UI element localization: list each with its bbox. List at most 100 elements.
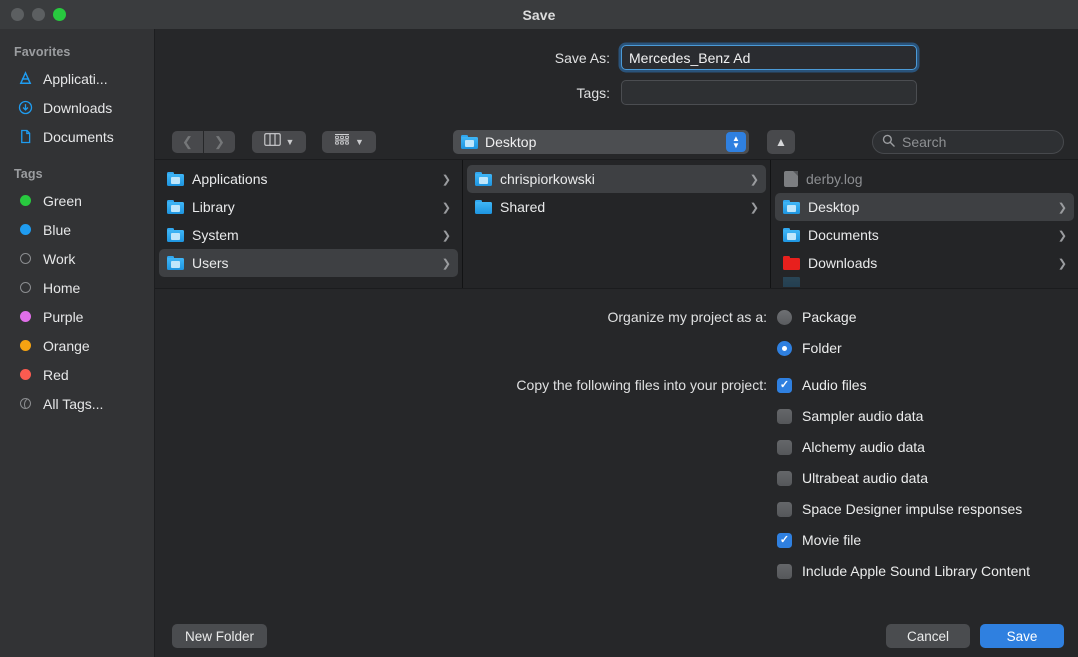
copy-option-sampler-audio-data[interactable]: ✓ Sampler audio data xyxy=(777,406,1030,427)
browser-item-shared[interactable]: Shared ❯ xyxy=(467,193,766,221)
browser-item-users[interactable]: Users ❯ xyxy=(159,249,458,277)
checkbox-icon[interactable]: ✓ xyxy=(777,409,792,424)
folder-icon xyxy=(167,199,184,215)
radio-icon-selected[interactable] xyxy=(777,341,792,356)
organize-label: Organize my project as a: xyxy=(607,309,767,325)
sidebar-tag-work[interactable]: Work xyxy=(0,244,154,273)
checkbox-icon[interactable]: ✓ xyxy=(777,440,792,455)
save-button[interactable]: Save xyxy=(980,624,1064,648)
copy-option-ultrabeat-audio-data[interactable]: ✓ Ultrabeat audio data xyxy=(777,468,1030,489)
view-mode-button[interactable]: ▼ xyxy=(252,131,306,153)
sidebar-tag-all-tags[interactable]: All Tags... xyxy=(0,389,154,418)
title-bar: Save xyxy=(0,0,1078,29)
back-button[interactable]: ❮ xyxy=(172,131,203,153)
browser-item-chrispiorkowski[interactable]: chrispiorkowski ❯ xyxy=(467,165,766,193)
browser-item-label: Downloads xyxy=(808,255,878,271)
new-folder-button[interactable]: New Folder xyxy=(172,624,268,648)
sidebar-tags-heading: Tags xyxy=(14,167,43,181)
cancel-button[interactable]: Cancel xyxy=(886,624,970,648)
sidebar-item-label: Downloads xyxy=(43,99,113,116)
downloads-icon xyxy=(17,99,34,116)
chevron-right-icon: ❯ xyxy=(1057,257,1067,270)
sidebar-tag-purple[interactable]: Purple xyxy=(0,302,154,331)
copy-option-label: Alchemy audio data xyxy=(802,439,925,455)
checkbox-icon[interactable]: ✓ xyxy=(777,564,792,579)
copy-option-label: Include Apple Sound Library Content xyxy=(802,563,1031,579)
sidebar-item-label: Documents xyxy=(43,128,114,145)
tag-dot-icon xyxy=(17,337,34,354)
save-as-label: Save As: xyxy=(554,49,610,66)
organize-option-label: Package xyxy=(802,309,857,325)
checkbox-icon-checked[interactable]: ✓ xyxy=(777,533,792,548)
up-down-stepper-icon[interactable]: ▲ ▼ xyxy=(726,132,746,152)
browser-item-label: Documents xyxy=(808,227,879,243)
sidebar-item-downloads[interactable]: Downloads xyxy=(0,93,154,122)
tags-row: Tags: xyxy=(155,80,1078,105)
sidebar-tag-blue[interactable]: Blue xyxy=(0,215,154,244)
tag-dot-icon xyxy=(17,250,34,267)
applications-icon xyxy=(17,70,34,87)
browser-item-desktop[interactable]: Desktop ❯ xyxy=(775,193,1074,221)
checkbox-icon[interactable]: ✓ xyxy=(777,471,792,486)
organize-option-folder[interactable]: Folder xyxy=(777,338,856,359)
chevron-right-icon: ❯ xyxy=(441,173,451,186)
sidebar-item-applications[interactable]: Applicati... xyxy=(0,64,154,93)
browser-item-partial[interactable] xyxy=(775,277,1074,287)
copy-option-movie-file[interactable]: ✓ Movie file xyxy=(777,530,1030,551)
main-pane: Save As: Mercedes_Benz Ad Tags: ❮ ❯ ▼ ▼ … xyxy=(155,29,1078,657)
checkbox-icon[interactable]: ✓ xyxy=(777,502,792,517)
save-as-input[interactable]: Mercedes_Benz Ad xyxy=(621,45,917,70)
forward-button[interactable]: ❯ xyxy=(204,131,235,153)
chevron-right-icon: ❯ xyxy=(1057,201,1067,214)
search-icon xyxy=(882,134,895,150)
browser-item-system[interactable]: System ❯ xyxy=(159,221,458,249)
footer-actions: Cancel Save xyxy=(886,624,1064,648)
chevron-left-icon: ❮ xyxy=(182,134,193,149)
sidebar-tag-label: Red xyxy=(43,366,69,383)
organize-option-package[interactable]: Package xyxy=(777,307,856,328)
sidebar-item-label: Applicati... xyxy=(43,70,108,87)
folder-icon xyxy=(783,277,800,287)
column-view-icon xyxy=(263,133,281,151)
window-title: Save xyxy=(522,6,556,23)
sidebar-tag-red[interactable]: Red xyxy=(0,360,154,389)
chevron-right-icon: ❯ xyxy=(214,134,225,149)
chevron-right-icon: ❯ xyxy=(749,173,759,186)
chevron-down-icon: ▼ xyxy=(285,137,295,147)
browser-item-downloads[interactable]: Downloads ❯ xyxy=(775,249,1074,277)
path-popup-button[interactable]: Desktop ▲ ▼ xyxy=(453,130,749,154)
browser-item-label: System xyxy=(192,227,239,243)
column-browser: Applications ❯ Library ❯ System ❯ Users … xyxy=(155,159,1078,289)
browser-item-library[interactable]: Library ❯ xyxy=(159,193,458,221)
group-items-button[interactable]: ▼ xyxy=(322,131,376,153)
copy-option-audio-files[interactable]: ✓ Audio files xyxy=(777,375,1030,396)
browser-item-derby-log[interactable]: derby.log ❯ xyxy=(775,165,1074,193)
folder-icon xyxy=(167,171,184,187)
tags-input[interactable] xyxy=(621,80,917,105)
document-icon xyxy=(784,171,798,187)
tag-dot-icon xyxy=(17,366,34,383)
sidebar-tag-green[interactable]: Green xyxy=(0,186,154,215)
sidebar-tag-label: Orange xyxy=(43,337,90,354)
all-tags-icon xyxy=(17,395,34,412)
copy-option-space-designer-impulse-responses[interactable]: ✓ Space Designer impulse responses xyxy=(777,499,1030,520)
sidebar-item-documents[interactable]: Documents xyxy=(0,122,154,151)
sidebar-tag-orange[interactable]: Orange xyxy=(0,331,154,360)
chevron-right-icon: ❯ xyxy=(441,229,451,242)
go-up-button[interactable]: ▲ xyxy=(767,130,795,154)
sidebar-tag-home[interactable]: Home xyxy=(0,273,154,302)
tag-dot-icon xyxy=(17,308,34,325)
browser-item-applications[interactable]: Applications ❯ xyxy=(159,165,458,193)
browser-column-1: Applications ❯ Library ❯ System ❯ Users … xyxy=(155,160,462,288)
browser-item-documents[interactable]: Documents ❯ xyxy=(775,221,1074,249)
copy-option-include-apple-sound-library-content[interactable]: ✓ Include Apple Sound Library Content xyxy=(777,561,1030,582)
checkbox-icon-checked[interactable]: ✓ xyxy=(777,378,792,393)
chevron-right-icon: ❯ xyxy=(441,257,451,270)
organize-option-label: Folder xyxy=(802,340,842,356)
search-field[interactable]: Search xyxy=(872,130,1064,154)
copy-files-label: Copy the following files into your proje… xyxy=(516,377,767,393)
browser-item-label: Library xyxy=(192,199,235,215)
search-placeholder: Search xyxy=(902,134,947,150)
radio-icon[interactable] xyxy=(777,310,792,325)
copy-option-alchemy-audio-data[interactable]: ✓ Alchemy audio data xyxy=(777,437,1030,458)
